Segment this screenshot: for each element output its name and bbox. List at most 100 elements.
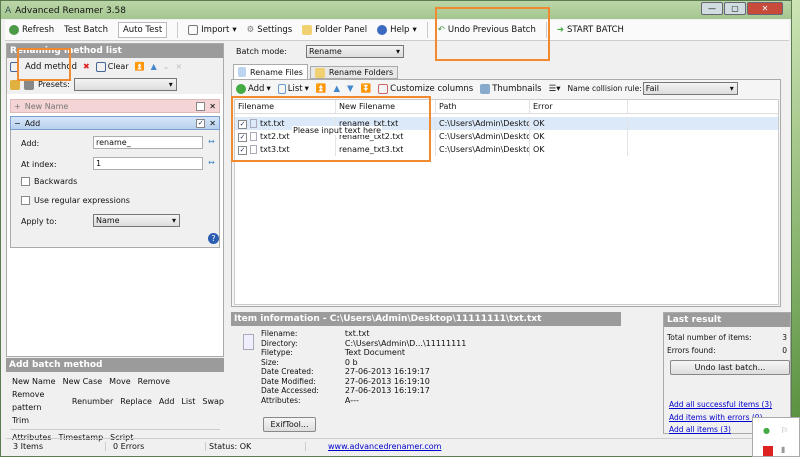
batch-method-link[interactable]: Remove pattern [12,388,65,414]
move-down-icon[interactable]: ⌄ [163,62,170,71]
batch-method-link[interactable]: Replace [120,395,152,408]
insert-tag-icon[interactable]: ↔ [208,158,215,167]
thumbnails-button[interactable]: Thumbnails [480,83,542,94]
load-preset-icon[interactable] [10,79,20,90]
customize-columns-button[interactable]: Customize columns [378,83,473,94]
info-row: Attributes: A--- [261,396,472,406]
backwards-label: Backwards [34,177,78,186]
exiftool-button[interactable]: ExifTool... [263,417,316,432]
move-up-icon[interactable]: ▲ [151,62,157,71]
expand-icon: + [14,101,21,111]
flag-icon[interactable]: ⚐ [781,426,788,435]
move-top-icon[interactable]: ⏫ [135,62,145,71]
info-label: Directory: [261,338,298,348]
separator [177,22,179,38]
batch-method-link[interactable]: New Name [12,375,56,388]
minimize-button[interactable]: — [701,2,723,15]
refresh-icon [9,25,19,35]
safely-remove-icon[interactable]: ● [763,426,770,435]
column-header[interactable]: Path [436,100,530,113]
add-successful-items-link[interactable]: Add all successful items (3) [669,399,772,412]
save-preset-icon[interactable] [24,79,34,90]
info-row: Date Created: 27-06-2013 16:19:17 [261,367,472,377]
batch-method-link[interactable]: List [181,395,195,408]
help-label: Help [390,25,410,35]
method-panel: Renaming method list Add method ✖ Clear … [6,43,224,357]
move-down-icon[interactable]: ▼ [347,84,354,94]
checkbox[interactable] [21,177,30,186]
regex-checkbox[interactable]: Use regular expressions [21,196,130,205]
folder-panel-button[interactable]: Folder Panel [302,25,367,35]
backwards-checkbox[interactable]: Backwards [21,177,77,186]
highlight-file-grid [231,96,431,162]
thumbnails-label: Thumbnails [492,83,542,94]
import-label: Import [201,25,230,35]
move-bottom-icon[interactable]: ⏬ [361,84,372,94]
close-button[interactable]: ✕ [747,2,783,15]
remove-method-icon[interactable]: ✕ [209,119,216,128]
method-enabled-checkbox[interactable]: ✓ [196,118,206,128]
refresh-button[interactable]: Refresh [9,25,54,35]
status-bar: 3 Items 0 Errors Status: OK www.advanced… [6,438,791,453]
test-batch-label: Test Batch [64,25,108,35]
index-stepper[interactable]: 1 [93,157,203,170]
insert-tag-icon[interactable]: ↔ [208,137,215,146]
chevron-down-icon: ▾ [412,25,417,35]
batch-method-link[interactable]: Add [159,395,175,408]
method-item-new-name[interactable]: + New Name ✕ [10,99,220,113]
refresh-label: Refresh [22,25,55,35]
website-link[interactable]: www.advancedrenamer.com [306,442,441,451]
settings-label: Settings [257,25,293,35]
help-button[interactable]: Help ▾ [377,25,417,35]
batch-method-link[interactable]: Remove [138,375,170,388]
maximize-button[interactable]: ▢ [724,2,746,15]
separator [426,22,428,38]
auto-test-toggle[interactable]: Auto Test [117,22,168,38]
delete-icon[interactable]: ✖ [83,62,90,71]
batch-mode-select[interactable]: Rename [306,45,404,58]
add-text-input[interactable]: rename_ [93,136,203,149]
add-files-button[interactable]: Add ▾ [236,83,271,94]
apply-to-select[interactable]: Name [93,214,180,227]
tab-label: Rename Files [250,67,303,77]
undo-last-batch-button[interactable]: Undo last batch... [670,360,790,375]
column-header[interactable]: Error [530,100,628,113]
info-row: Filetype: Text Document [261,348,472,358]
batch-method-link[interactable]: Move [109,375,130,388]
import-button[interactable]: Import ▾ [188,25,237,35]
collision-label: Name collision rule: [567,84,642,93]
clear-icon [95,61,106,72]
collision-select[interactable]: Fail [642,82,738,95]
app-window: A Advanced Renamer 3.58 — ▢ ✕ Refresh Te… [0,0,792,457]
tab-rename-files[interactable]: Rename Files [233,64,308,79]
add-label: Add: [21,139,40,148]
start-batch-button[interactable]: ➜ START BATCH [557,25,624,35]
app-tray-icon[interactable] [763,446,773,456]
network-icon[interactable]: ▮ [781,445,785,454]
view-options-icon[interactable]: ☰▾ [549,84,561,94]
move-bottom-icon[interactable]: ⨯ [175,62,182,71]
checkbox[interactable] [21,196,30,205]
clear-button[interactable]: Clear [95,61,129,72]
cell-text: C:\Users\Admin\Deskto... [439,145,530,154]
method-item-add[interactable]: − Add ✓ ✕ [10,116,220,130]
batch-method-row: New Name New Case Move Remove [12,375,224,388]
presets-select[interactable] [73,78,177,91]
tab-label: Rename Folders [328,68,394,77]
list-button[interactable]: List ▾ [277,83,309,94]
index-label: At index: [21,160,57,169]
move-up-icon[interactable]: ▲ [333,84,340,94]
remove-method-icon[interactable]: ✕ [209,102,216,111]
test-batch-button[interactable]: Test Batch [64,25,108,35]
tab-rename-folders[interactable]: Rename Folders [309,66,399,79]
settings-button[interactable]: ⚙ Settings [247,25,293,35]
batch-method-link[interactable]: New Case [63,375,103,388]
batch-method-link[interactable]: Renumber [72,395,113,408]
move-top-icon[interactable]: ⏫ [316,84,327,94]
info-row: Directory: C:\Users\Admin\D...\11111111 [261,339,472,349]
method-enabled-checkbox[interactable] [196,101,206,111]
batch-method-link[interactable]: Swap [202,395,224,408]
batch-method-link[interactable]: Trim [12,414,29,427]
help-icon[interactable]: ? [208,233,219,244]
table-cell: OK [530,130,628,143]
